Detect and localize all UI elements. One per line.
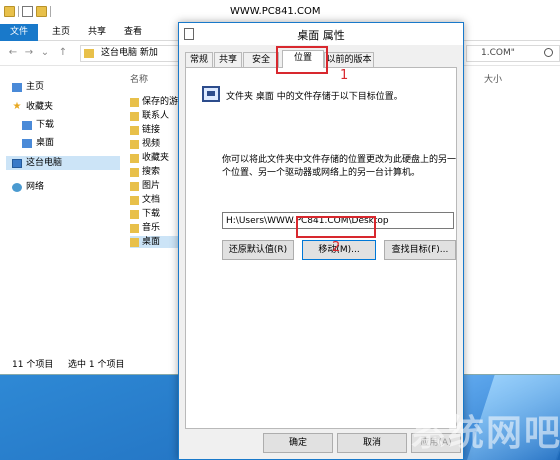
navigation-pane: 主页 ★ 收藏夹 下载 桌面 这台电脑 网络	[0, 66, 122, 356]
explorer-title: WWW.PC841.COM	[230, 6, 321, 17]
quick-access-toolbar	[4, 6, 51, 17]
nav-item-home[interactable]: 主页	[12, 80, 44, 94]
address-input[interactable]: 这台电脑 新加	[80, 45, 180, 62]
file-name: 联系人	[142, 111, 170, 121]
annotation-box-move-button	[296, 216, 376, 238]
cancel-button[interactable]: 取消	[337, 433, 407, 453]
location-tab-panel: 文件夹 桌面 中的文件存储于以下目标位置。 你可以将此文件夹中文件存储的位置更改…	[185, 67, 457, 429]
folder-icon	[130, 153, 139, 163]
explorer-titlebar: WWW.PC841.COM	[0, 0, 560, 24]
nav-item-network[interactable]: 网络	[12, 180, 44, 194]
folder-icon	[130, 181, 139, 191]
list-item[interactable]: 链接	[130, 124, 160, 136]
home-icon	[12, 82, 22, 92]
ribbon-tab-file[interactable]: 文件	[0, 24, 38, 41]
nav-item-label: 下载	[36, 120, 55, 130]
list-item-selected[interactable]: 桌面	[130, 236, 178, 248]
download-folder-icon	[22, 120, 32, 130]
nav-item-label: 这台电脑	[26, 158, 63, 168]
list-item[interactable]: 保存的游	[130, 96, 178, 108]
toolbar-separator	[18, 6, 19, 17]
list-item[interactable]: 搜索	[130, 166, 160, 178]
ribbon-tab-share[interactable]: 共享	[82, 24, 112, 41]
nav-item-label: 桌面	[36, 138, 55, 148]
file-name: 下载	[142, 209, 161, 219]
file-name: 保存的游	[142, 97, 179, 107]
column-header-name[interactable]: 名称	[130, 72, 148, 85]
dialog-title: 桌面 属性	[297, 29, 345, 42]
folder-icon[interactable]	[4, 6, 15, 17]
desktop-folder-icon	[202, 86, 220, 102]
desktop-folder-icon	[22, 138, 32, 148]
file-name: 文档	[142, 195, 161, 205]
forward-arrow-icon[interactable]: →	[22, 46, 36, 60]
back-arrow-icon[interactable]: ←	[6, 46, 20, 60]
nav-item-desktop[interactable]: 桌面	[22, 136, 54, 150]
folder-icon	[130, 223, 139, 233]
nav-item-favorites[interactable]: ★ 收藏夹	[12, 100, 54, 114]
folder-icon	[130, 125, 139, 135]
new-folder-icon[interactable]	[36, 6, 47, 17]
file-name: 桌面	[142, 237, 161, 247]
file-name: 收藏夹	[142, 153, 170, 163]
folder-icon	[130, 139, 139, 149]
file-name: 搜索	[142, 167, 161, 177]
list-item[interactable]: 收藏夹	[130, 152, 169, 164]
location-description: 你可以将此文件夹中文件存储的位置更改为此硬盘上的另一个位置、另一个驱动器或网络上…	[222, 155, 457, 178]
folder-icon	[130, 195, 139, 205]
list-item[interactable]: 文档	[130, 194, 160, 206]
folder-icon	[130, 167, 139, 177]
file-name: 链接	[142, 125, 161, 135]
nav-item-label: 网络	[26, 182, 45, 192]
ribbon-tab-home[interactable]: 主页	[46, 24, 76, 41]
nav-item-this-pc[interactable]: 这台电脑	[6, 156, 120, 170]
watermark: 系统网吧	[410, 413, 560, 454]
list-item[interactable]: 图片	[130, 180, 160, 192]
star-icon: ★	[12, 101, 22, 112]
tab-previous-versions[interactable]: 以前的版本	[324, 52, 374, 67]
file-name: 音乐	[142, 223, 161, 233]
restore-default-button[interactable]: 还原默认值(R)	[222, 240, 294, 260]
computer-icon	[12, 158, 22, 168]
network-icon	[12, 182, 22, 192]
folder-icon	[130, 111, 139, 121]
recent-chevron-icon[interactable]: ⌄	[38, 46, 52, 60]
tab-sharing[interactable]: 共享	[214, 52, 242, 67]
dialog-titlebar: 桌面 属性	[179, 23, 463, 45]
annotation-number-1: 1	[340, 68, 349, 83]
toolbar-separator	[50, 6, 51, 17]
list-item[interactable]: 音乐	[130, 222, 160, 234]
ok-button[interactable]: 确定	[263, 433, 333, 453]
address-folder-icon	[84, 49, 94, 58]
nav-item-downloads[interactable]: 下载	[22, 118, 54, 132]
folder-icon	[130, 209, 139, 219]
tab-security[interactable]: 安全	[243, 52, 279, 67]
column-header-size[interactable]: 大小	[484, 72, 502, 85]
list-item[interactable]: 下载	[130, 208, 160, 220]
list-item[interactable]: 视频	[130, 138, 160, 150]
find-target-button[interactable]: 查找目标(F)...	[384, 240, 456, 260]
status-item-count: 11 个项目	[12, 360, 54, 370]
ribbon-tab-view[interactable]: 查看	[118, 24, 148, 41]
folder-icon	[130, 97, 139, 107]
annotation-number-2: 2	[332, 240, 341, 255]
nav-item-label: 收藏夹	[26, 102, 54, 112]
tab-location[interactable]: 位置	[282, 50, 324, 68]
list-item[interactable]: 联系人	[130, 110, 169, 122]
search-icon[interactable]	[544, 48, 553, 57]
folder-icon	[130, 237, 139, 247]
location-header: 文件夹 桌面 中的文件存储于以下目标位置。	[226, 92, 403, 102]
properties-icon[interactable]	[22, 6, 33, 17]
file-name: 图片	[142, 181, 161, 191]
file-name: 视频	[142, 139, 161, 149]
properties-dialog: 桌面 属性 常规 共享 安全 位置 以前的版本 文件夹 桌面 中的文件存储于以下…	[178, 22, 464, 460]
nav-item-label: 主页	[26, 82, 45, 92]
up-arrow-icon[interactable]: ↑	[56, 46, 70, 60]
tab-general[interactable]: 常规	[185, 52, 213, 67]
status-selected-count: 选中 1 个项目	[68, 360, 125, 370]
